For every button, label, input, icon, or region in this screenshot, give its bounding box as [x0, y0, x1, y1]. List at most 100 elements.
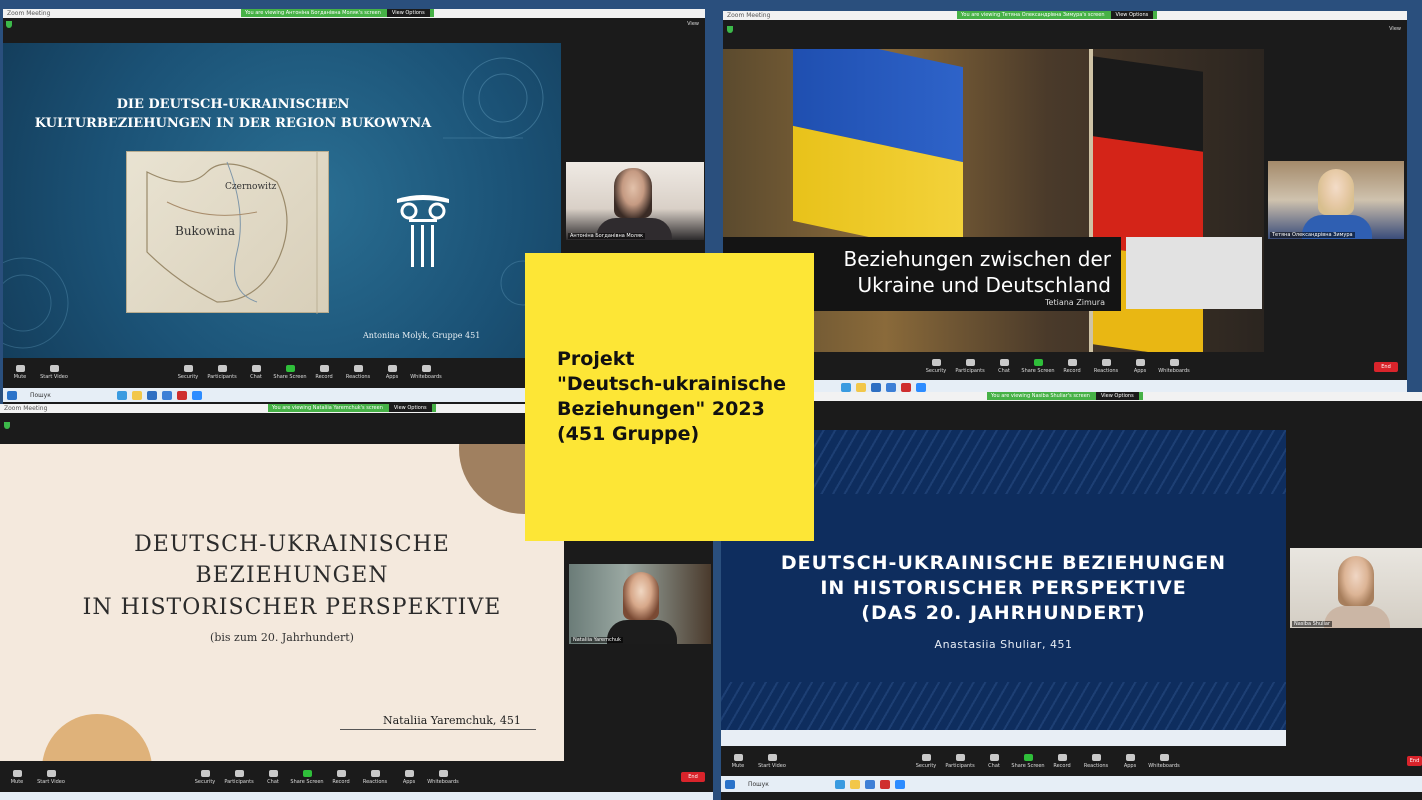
whiteboards-label: Whiteboards: [1148, 762, 1180, 769]
chat-label: Chat: [267, 778, 279, 785]
antivirus-icon[interactable]: [880, 779, 890, 789]
whiteboards-button[interactable]: Whiteboards: [1147, 753, 1181, 769]
reactions-label: Reactions: [345, 373, 371, 380]
participant-video-nataliia[interactable]: Nataliia Yaremchuk: [569, 564, 711, 644]
chat-button[interactable]: Chat: [987, 358, 1021, 374]
shield-icon: [200, 769, 210, 777]
mute-button[interactable]: Mute: [0, 769, 34, 785]
end-button[interactable]: End: [681, 772, 705, 782]
apps-icon: [1125, 753, 1135, 761]
windows-start-icon[interactable]: [7, 390, 17, 400]
slide-title-line1: Beziehungen zwischen der: [843, 247, 1111, 271]
folder-icon[interactable]: [856, 382, 866, 392]
reactions-button[interactable]: Reactions: [1089, 358, 1123, 374]
chat-button[interactable]: Chat: [977, 753, 1011, 769]
reactions-button[interactable]: Reactions: [1079, 753, 1113, 769]
mail-icon[interactable]: [865, 779, 875, 789]
antivirus-icon[interactable]: [901, 382, 911, 392]
security-button[interactable]: Security: [188, 769, 222, 785]
apps-button[interactable]: Apps: [375, 364, 409, 380]
mail-icon[interactable]: [162, 390, 172, 400]
participants-button[interactable]: Participants: [943, 753, 977, 769]
whiteboards-button[interactable]: Whiteboards: [409, 364, 443, 380]
end-button[interactable]: End: [1374, 362, 1398, 372]
slide-author: Tetiana Zimura: [1045, 298, 1105, 307]
apps-button[interactable]: Apps: [392, 769, 426, 785]
share-screen-button[interactable]: Share Screen: [1011, 753, 1045, 769]
share-screen-icon: [1023, 753, 1033, 761]
start-video-button[interactable]: Start Video: [34, 769, 68, 785]
apps-button[interactable]: Apps: [1123, 358, 1157, 374]
whiteboards-button[interactable]: Whiteboards: [1157, 358, 1191, 374]
participants-button[interactable]: Participants: [222, 769, 256, 785]
start-video-button[interactable]: Start Video: [755, 753, 789, 769]
security-button[interactable]: Security: [909, 753, 943, 769]
taskbar-search[interactable]: Пошук: [740, 781, 830, 788]
store-icon[interactable]: [871, 382, 881, 392]
shield-icon: [183, 364, 193, 372]
security-button[interactable]: Security: [171, 364, 205, 380]
record-button[interactable]: Record: [324, 769, 358, 785]
participants-button[interactable]: Participants: [953, 358, 987, 374]
apps-icon: [404, 769, 414, 777]
participant-video-nasiba[interactable]: Nasiba Shuliar: [1290, 548, 1422, 628]
apps-label: Apps: [1123, 762, 1137, 769]
share-screen-button[interactable]: Share Screen: [1021, 358, 1055, 374]
record-button[interactable]: Record: [1045, 753, 1079, 769]
chat-button[interactable]: Chat: [239, 364, 273, 380]
people-icon: [955, 753, 965, 761]
browser-icon[interactable]: [835, 779, 845, 789]
browser-icon[interactable]: [117, 390, 127, 400]
mail-icon[interactable]: [886, 382, 896, 392]
record-button[interactable]: Record: [307, 364, 341, 380]
start-video-label: Start Video: [40, 373, 68, 380]
share-screen-button[interactable]: Share Screen: [273, 364, 307, 380]
view-button[interactable]: View: [687, 21, 699, 27]
zoom-app-icon[interactable]: [895, 779, 905, 789]
browser-icon[interactable]: [841, 382, 851, 392]
smile-icon: [1101, 358, 1111, 366]
security-button[interactable]: Security: [919, 358, 953, 374]
zoom-app-icon[interactable]: [916, 382, 926, 392]
share-screen-icon: [1033, 358, 1043, 366]
record-button[interactable]: Record: [1055, 358, 1089, 374]
folder-icon[interactable]: [850, 779, 860, 789]
avatar: [1338, 556, 1374, 606]
windows-start-icon[interactable]: [725, 779, 735, 789]
slide-title-line2: IN HISTORISCHER PERSPEKTIVE: [820, 577, 1187, 599]
taskbar-search[interactable]: Пошук: [22, 392, 112, 399]
security-label: Security: [925, 367, 947, 374]
chat-button[interactable]: Chat: [256, 769, 290, 785]
chat-label: Chat: [250, 373, 262, 380]
apps-button[interactable]: Apps: [1113, 753, 1147, 769]
participant-name: Nasiba Shuliar: [1292, 621, 1333, 627]
end-button[interactable]: End: [1407, 756, 1422, 766]
slide-author: Antonina Molyk, Gruppe 451: [363, 331, 481, 340]
reactions-button[interactable]: Reactions: [341, 364, 375, 380]
whiteboards-button[interactable]: Whiteboards: [426, 769, 460, 785]
view-options-button[interactable]: View Options: [1110, 11, 1154, 19]
store-icon[interactable]: [147, 390, 157, 400]
participants-label: Participants: [207, 373, 237, 380]
participants-label: Participants: [945, 762, 975, 769]
mute-label: Mute: [731, 762, 745, 769]
view-options-button[interactable]: View Options: [388, 404, 432, 412]
antivirus-icon[interactable]: [177, 390, 187, 400]
participants-button[interactable]: Participants: [205, 364, 239, 380]
reactions-button[interactable]: Reactions: [358, 769, 392, 785]
participant-video-tetiana[interactable]: Тетяна Олександрівна Зимура: [1268, 161, 1404, 239]
view-button[interactable]: View: [1389, 26, 1401, 32]
screen-share-banner: You are viewing Тетяна Олександрівна Зим…: [957, 11, 1158, 19]
mute-button[interactable]: Mute: [721, 753, 755, 769]
security-label: Security: [915, 762, 937, 769]
start-video-button[interactable]: Start Video: [37, 364, 71, 380]
slide-title-line2: BEZIEHUNGEN: [195, 563, 389, 588]
view-options-button[interactable]: View Options: [386, 9, 430, 17]
participant-video-antonina[interactable]: Антоніна Богданівна Моляк: [566, 162, 704, 240]
view-options-button[interactable]: View Options: [1095, 392, 1139, 400]
folder-icon[interactable]: [132, 390, 142, 400]
record-label: Record: [315, 373, 333, 380]
share-screen-button[interactable]: Share Screen: [290, 769, 324, 785]
zoom-app-icon[interactable]: [192, 390, 202, 400]
mute-button[interactable]: Mute: [3, 364, 37, 380]
